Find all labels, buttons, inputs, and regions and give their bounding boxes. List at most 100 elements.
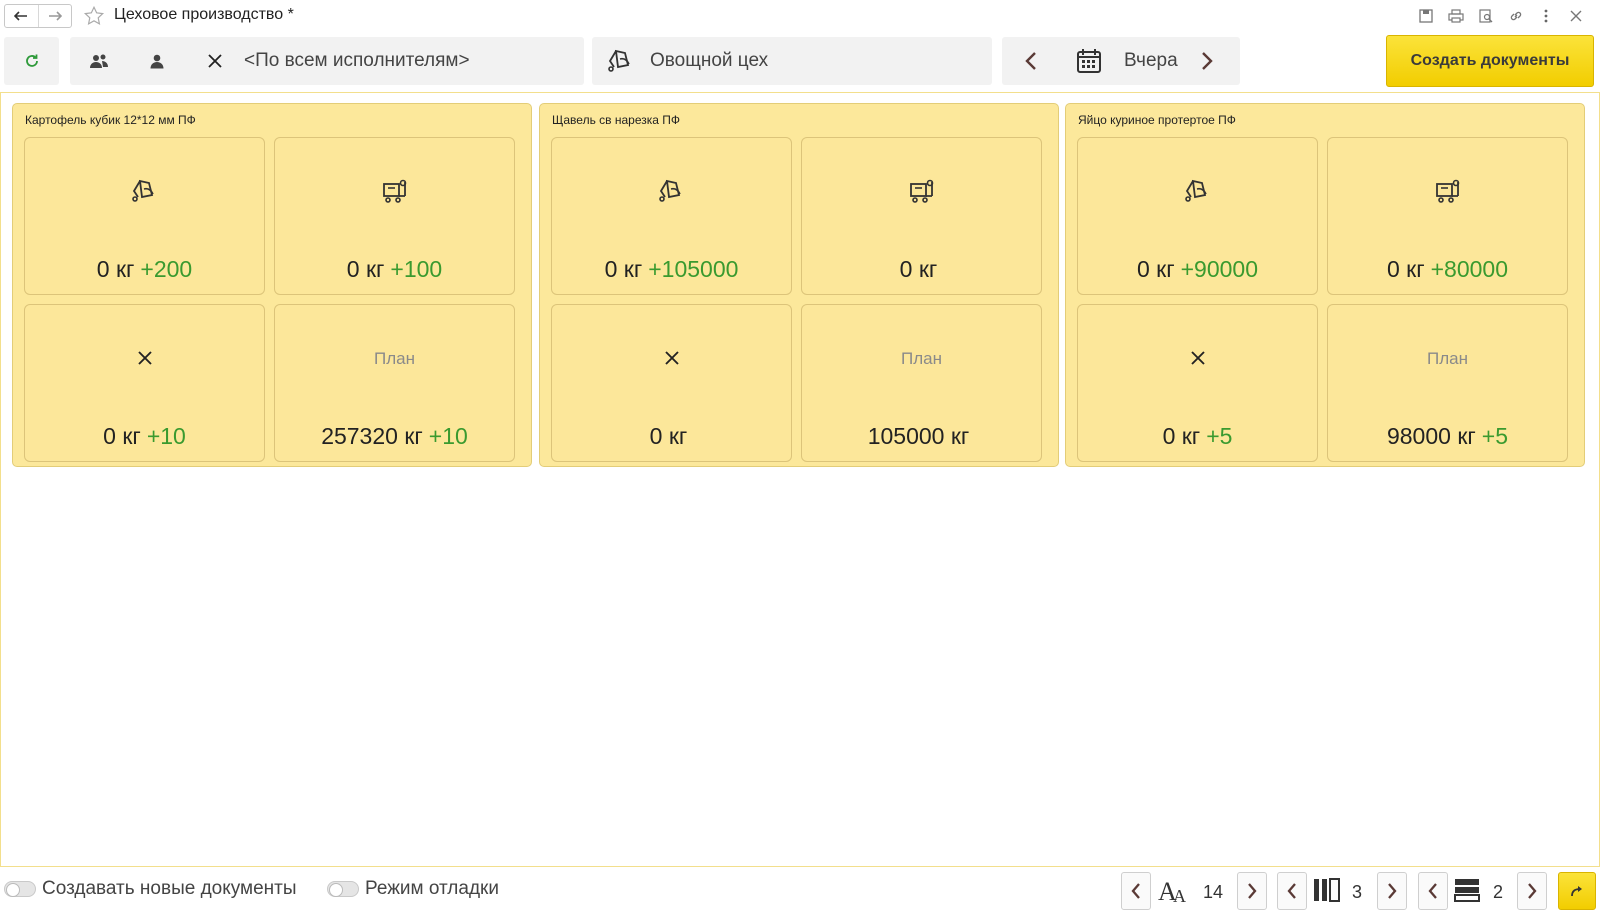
- chevron-right-icon: [1248, 883, 1257, 899]
- next-date-button[interactable]: [1178, 37, 1236, 85]
- cart-icon: [1435, 179, 1459, 203]
- tile-value: 257320 кг: [321, 423, 423, 449]
- back-button[interactable]: [5, 5, 38, 27]
- bucket-icon: [131, 179, 154, 202]
- cross-icon: [664, 351, 679, 365]
- chevron-right-icon: [1528, 883, 1537, 899]
- save-icon[interactable]: [1416, 6, 1436, 26]
- svg-text:A: A: [1173, 886, 1186, 906]
- tile-value: 0 кг: [103, 423, 141, 449]
- chevron-left-icon: [1428, 883, 1437, 899]
- toggle-new-documents[interactable]: Создавать новые документы: [4, 878, 297, 900]
- executors-field[interactable]: <По всем исполнителям>: [244, 50, 470, 72]
- window-tools: [1416, 6, 1586, 26]
- font-decrease-button[interactable]: [1121, 872, 1151, 910]
- toggle-debug-mode[interactable]: Режим отладки: [327, 878, 499, 900]
- font-increase-button[interactable]: [1237, 872, 1267, 910]
- toggle-switch[interactable]: [4, 881, 36, 897]
- close-icon: [208, 54, 222, 68]
- tile-produced[interactable]: 0 кг +80000: [1327, 137, 1568, 295]
- group-executors-button[interactable]: [70, 37, 128, 85]
- bucket-icon: [1184, 179, 1207, 202]
- product-card: Щавель св нарезка ПФ 0 кг +105000 0 кг 0 …: [539, 103, 1059, 467]
- cross-icon: [137, 351, 152, 365]
- user-icon: [150, 54, 164, 69]
- tile-writeoff[interactable]: 0 кг +10: [24, 304, 265, 462]
- favorite-star-icon[interactable]: [82, 4, 106, 28]
- tile-increment: +200: [140, 256, 193, 282]
- tile-value: 0 кг: [649, 423, 688, 449]
- toggle-label: Создавать новые документы: [42, 878, 297, 899]
- single-executor-button[interactable]: [128, 37, 186, 85]
- arrow-left-icon: [14, 11, 28, 21]
- tile-plan[interactable]: План 257320 кг +10: [274, 304, 515, 462]
- tile-value: 0 кг: [346, 256, 385, 282]
- rows-decrease-button[interactable]: [1418, 872, 1448, 910]
- tile-increment: +5: [1206, 423, 1233, 449]
- tile-issued[interactable]: 0 кг +90000: [1077, 137, 1318, 295]
- refresh-icon: [25, 54, 38, 67]
- columns-value: 3: [1352, 882, 1363, 902]
- calendar-button[interactable]: [1060, 37, 1118, 85]
- chevron-left-icon: [1025, 52, 1036, 70]
- tile-increment: +105000: [648, 256, 739, 282]
- prev-date-button[interactable]: [1002, 37, 1060, 85]
- apply-button[interactable]: [1558, 872, 1596, 910]
- history-nav: [4, 4, 72, 28]
- print-icon[interactable]: [1446, 6, 1466, 26]
- tile-increment: +5: [1481, 423, 1509, 449]
- title-bar: Цеховое производство *: [0, 0, 1600, 32]
- product-grid: Картофель кубик 12*12 мм ПФ 0 кг +200 0 к…: [0, 92, 1600, 867]
- tile-produced[interactable]: 0 кг: [801, 137, 1042, 295]
- tile-value: 98000 кг: [1386, 423, 1476, 449]
- tile-increment: +10: [428, 423, 468, 449]
- product-title: Картофель кубик 12*12 мм ПФ: [25, 113, 196, 127]
- preview-icon[interactable]: [1476, 6, 1496, 26]
- tile-issued[interactable]: 0 кг +105000: [551, 137, 792, 295]
- chevron-left-icon: [1287, 883, 1296, 899]
- tile-writeoff[interactable]: 0 кг: [551, 304, 792, 462]
- executor-filter: <По всем исполнителям>: [70, 37, 584, 85]
- tile-value: 0 кг: [1136, 256, 1175, 282]
- tile-writeoff[interactable]: 0 кг +5: [1077, 304, 1318, 462]
- columns-decrease-button[interactable]: [1277, 872, 1307, 910]
- workshop-name: Овощной цех: [650, 50, 769, 71]
- cart-icon: [909, 179, 933, 203]
- rows-increase-button[interactable]: [1517, 872, 1547, 910]
- tile-issued[interactable]: 0 кг +200: [24, 137, 265, 295]
- link-icon[interactable]: [1506, 6, 1526, 26]
- columns-increase-button[interactable]: [1377, 872, 1407, 910]
- refresh-button[interactable]: [4, 37, 59, 85]
- chevron-right-icon: [1388, 883, 1397, 899]
- workshop-selector[interactable]: Овощной цех: [592, 37, 992, 85]
- rows-value: 2: [1493, 882, 1504, 902]
- tile-plan-label: План: [374, 349, 415, 368]
- chevron-left-icon: [1131, 883, 1140, 899]
- tile-plan-label: План: [901, 349, 942, 368]
- bucket-icon: [658, 179, 681, 202]
- chevron-right-icon: [1201, 52, 1213, 70]
- bottom-bar: Создавать новые документы Режим отладки …: [0, 872, 1600, 913]
- forward-button[interactable]: [37, 5, 72, 27]
- tile-increment: +90000: [1180, 256, 1259, 282]
- create-documents-button[interactable]: Создать документы: [1386, 35, 1594, 87]
- tile-value: 0 кг: [1162, 423, 1201, 449]
- toggle-switch[interactable]: [327, 881, 359, 897]
- more-menu-icon[interactable]: [1536, 6, 1556, 26]
- tile-produced[interactable]: 0 кг +100: [274, 137, 515, 295]
- close-window-icon[interactable]: [1566, 6, 1586, 26]
- toolbar: <По всем исполнителям> Овощной цех Вчера…: [0, 35, 1600, 87]
- tile-plan[interactable]: План 105000 кг: [801, 304, 1042, 462]
- product-card: Яйцо куриное протертое ПФ 0 кг +90000 0 к…: [1065, 103, 1585, 467]
- clear-executor-button[interactable]: [186, 37, 244, 85]
- tile-increment: +80000: [1430, 256, 1509, 282]
- tile-plan[interactable]: План 98000 кг +5: [1327, 304, 1568, 462]
- calendar-icon: [1077, 49, 1101, 73]
- tile-value: 0 кг: [899, 256, 938, 282]
- font-size-icon: AA: [1158, 876, 1190, 911]
- date-label: Вчера: [1124, 50, 1178, 71]
- toggle-label: Режим отладки: [365, 878, 499, 899]
- date-selector: Вчера: [1002, 37, 1240, 85]
- tile-value: 0 кг: [604, 256, 643, 282]
- cart-icon: [382, 179, 406, 203]
